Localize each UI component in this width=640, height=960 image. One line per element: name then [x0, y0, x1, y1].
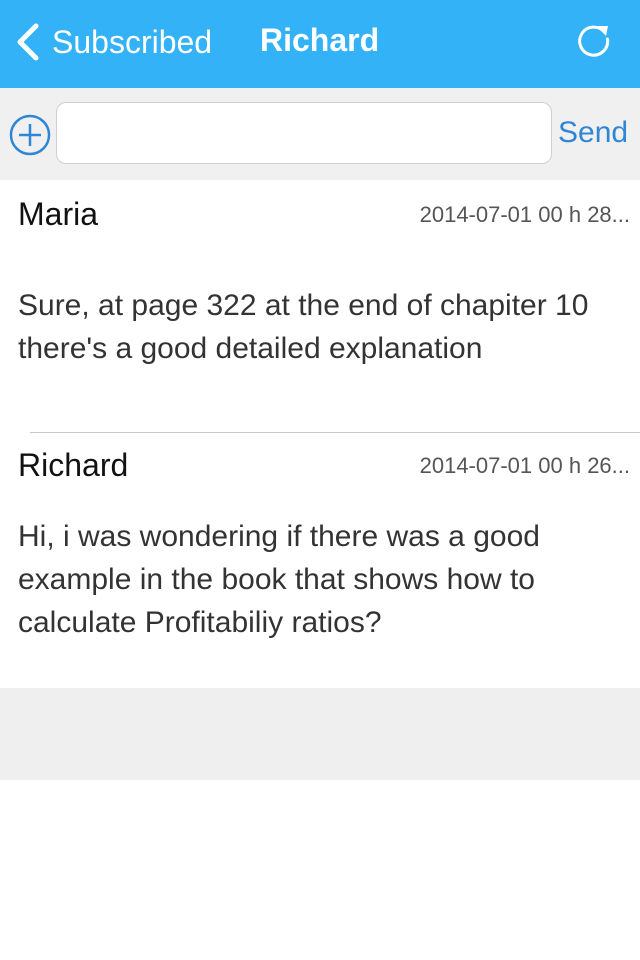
message-timestamp: 2014-07-01 00 h 28... [419, 202, 630, 227]
back-button[interactable]: Subscribed [14, 20, 212, 64]
message-item[interactable]: Maria 2014-07-01 00 h 28... Sure, at pag… [0, 180, 640, 433]
plus-circle-icon[interactable] [8, 113, 52, 157]
chevron-left-icon [17, 23, 39, 61]
list-footer [0, 688, 640, 780]
message-composer: Send [0, 88, 640, 180]
message-timestamp: 2014-07-01 00 h 26... [419, 453, 630, 478]
send-button[interactable]: Send [558, 116, 628, 150]
navigation-bar: Subscribed Richard [0, 0, 640, 88]
message-text: Hi, i was wondering if there was a good … [18, 520, 540, 639]
message-list: Maria 2014-07-01 00 h 28... Sure, at pag… [0, 180, 640, 687]
message-text: Sure, at page 322 at the end of chapiter… [18, 289, 589, 365]
message-author: Maria [18, 196, 99, 232]
message-input[interactable] [56, 102, 552, 164]
message-author: Richard [18, 447, 129, 483]
back-button-label: Subscribed [52, 23, 213, 60]
message-item[interactable]: Richard 2014-07-01 00 h 26... Hi, i was … [0, 433, 640, 687]
page-title: Richard [260, 22, 380, 58]
refresh-icon[interactable] [574, 22, 614, 62]
